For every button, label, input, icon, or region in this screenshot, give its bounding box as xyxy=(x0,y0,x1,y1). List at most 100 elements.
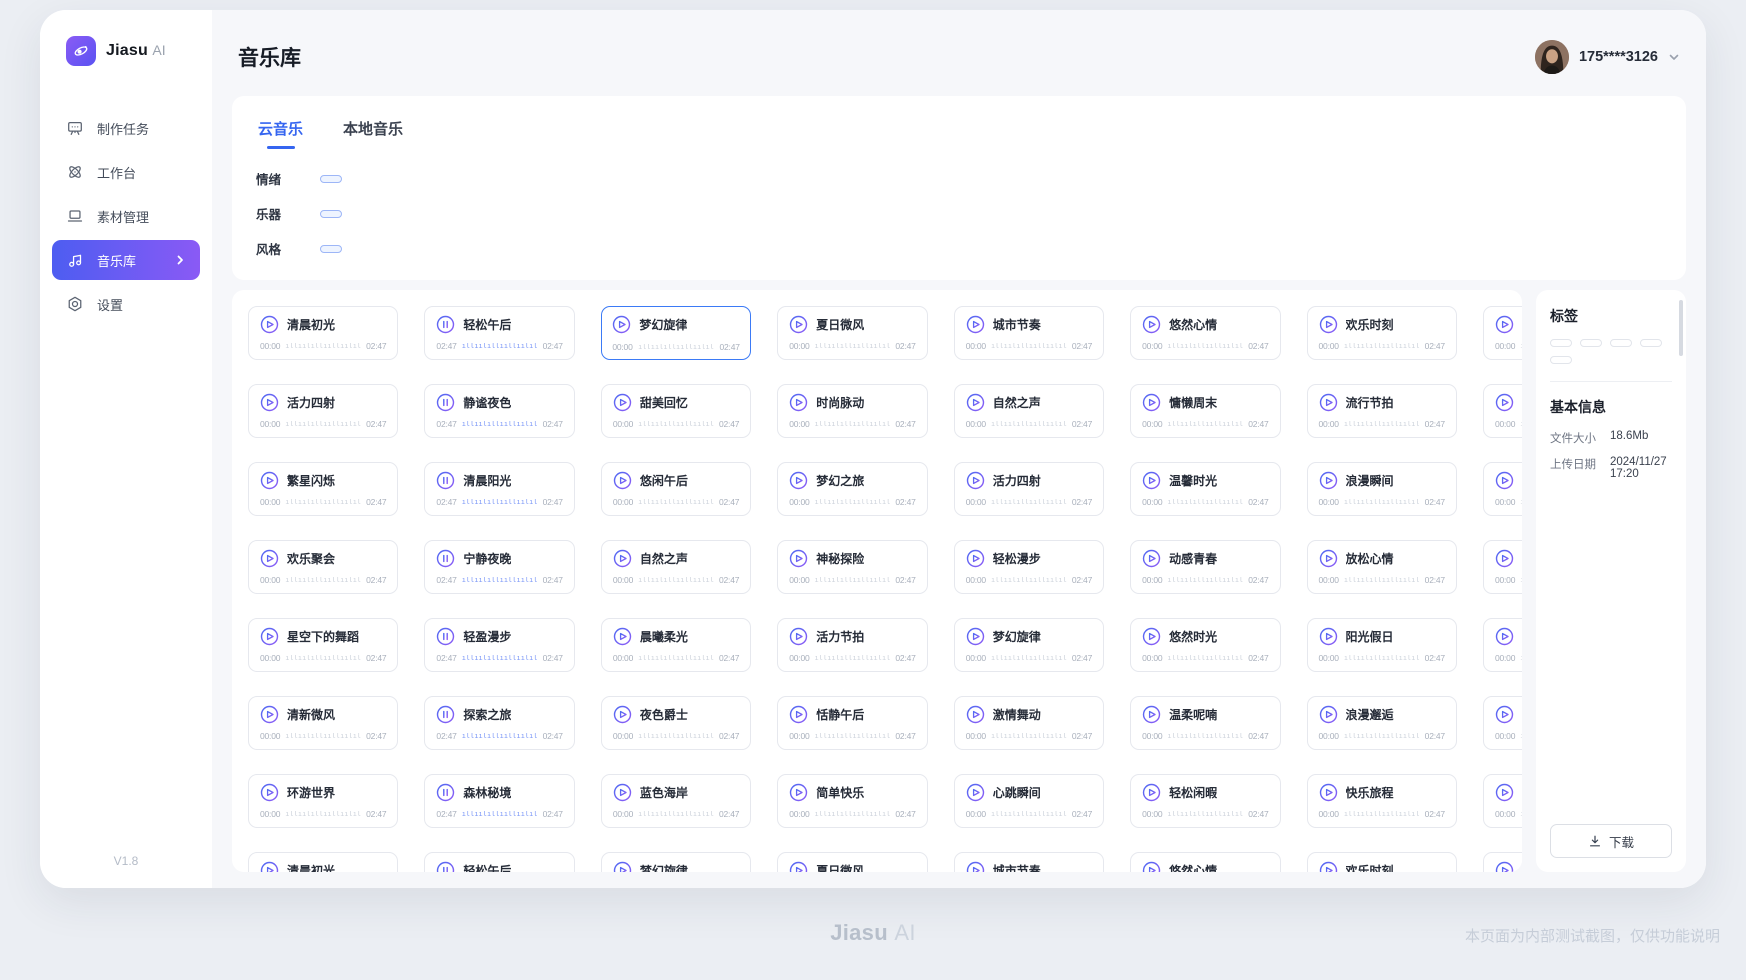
play-icon[interactable] xyxy=(789,471,808,490)
track-card[interactable]: 活力四射 00:00 02:47 ıllıılıllııllıılıl 02:4… xyxy=(248,384,398,438)
track-card[interactable]: 夏日微风 00:00 02:47 ıllıılıllııllıılıl 02:4… xyxy=(777,852,927,872)
filter-option[interactable] xyxy=(320,210,342,218)
track-card[interactable]: 快乐旅程 00:00 02:47 ıllıılıllııllıılıl 02:4… xyxy=(1307,774,1457,828)
track-card[interactable]: 时尚脉动 00:00 02:47 ıllıılıllııllıılıl 02:4… xyxy=(777,384,927,438)
pause-icon[interactable] xyxy=(436,315,455,334)
play-icon[interactable] xyxy=(1319,783,1338,802)
pause-icon[interactable] xyxy=(436,471,455,490)
filter-option[interactable] xyxy=(687,175,709,183)
filter-option[interactable] xyxy=(613,175,635,183)
tab-cloud-music[interactable]: 云音乐 xyxy=(256,114,305,151)
track-card[interactable]: 悠闲午后 00:00 02:47 ıllıılıllııllıılıl 02:4… xyxy=(601,462,751,516)
filter-option[interactable] xyxy=(354,245,376,253)
play-icon[interactable] xyxy=(789,393,808,412)
track-card[interactable]: 甜美回忆 00:00 02:47 ıllıılıllııllıılıl 02:4… xyxy=(601,384,751,438)
play-icon[interactable] xyxy=(966,315,985,334)
track-card[interactable]: 晨曦柔光 00:00 02:47 ıllıılıllııllıılıl 02:4… xyxy=(601,618,751,672)
play-icon[interactable] xyxy=(1495,783,1514,802)
sidebar-item-settings[interactable]: 设置 xyxy=(52,284,200,324)
pause-icon[interactable] xyxy=(436,783,455,802)
track-card[interactable]: 活力节拍 00:00 02:47 ıllıılıllııllıılıl 02:4… xyxy=(777,618,927,672)
track-card[interactable]: 繁星闪烁 00:00 02:47 ıllıılıllııllıılıl 02:4… xyxy=(1483,618,1522,672)
tab-local-music[interactable]: 本地音乐 xyxy=(341,114,405,151)
track-card[interactable]: 轻松午后 00:00 02:47 ıllıılıllııllıılıl 02:4… xyxy=(424,852,574,872)
filter-option[interactable] xyxy=(320,175,342,183)
play-icon[interactable] xyxy=(1142,861,1161,872)
play-icon[interactable] xyxy=(1495,861,1514,872)
track-card[interactable]: 温暖阳光 00:00 02:47 ıllıılıllııllıılıl 02:4… xyxy=(1483,852,1522,872)
pause-icon[interactable] xyxy=(436,549,455,568)
play-icon[interactable] xyxy=(966,861,985,872)
track-card[interactable]: 轻松午后 00:00 02:47 ıllıılıllııllıılıl 02:4… xyxy=(424,306,574,360)
filter-option[interactable] xyxy=(428,245,450,253)
track-card[interactable]: 欢乐聚会 00:00 02:47 ıllıılıllııllıılıl 02:4… xyxy=(248,540,398,594)
play-icon[interactable] xyxy=(613,627,632,646)
track-card[interactable]: 放松心情 00:00 02:47 ıllıılıllııllıılıl 02:4… xyxy=(1307,540,1457,594)
pause-icon[interactable] xyxy=(436,393,455,412)
download-button[interactable]: 下载 xyxy=(1550,824,1672,858)
filter-option[interactable] xyxy=(465,175,487,183)
track-card[interactable]: 轻松闲暇 00:00 02:47 ıllıılıllııllıılıl 02:4… xyxy=(1130,774,1280,828)
play-icon[interactable] xyxy=(613,471,632,490)
track-card[interactable]: 都市脉搏 00:00 02:47 ıllıılıllııllıılıl 02:4… xyxy=(1483,696,1522,750)
play-icon[interactable] xyxy=(966,549,985,568)
track-card[interactable]: 浪漫瞬间 00:00 02:47 ıllıılıllııllıılıl 02:4… xyxy=(1307,462,1457,516)
play-icon[interactable] xyxy=(260,315,279,334)
play-icon[interactable] xyxy=(1319,393,1338,412)
track-card[interactable]: 清晨初光 00:00 02:47 ıllıılıllııllıılıl 02:4… xyxy=(248,306,398,360)
track-card[interactable]: 温柔呢喃 00:00 02:47 ıllıılıllııllıılıl 02:4… xyxy=(1130,696,1280,750)
track-card[interactable]: 夏日微风 00:00 02:47 ıllıılıllııllıılıl 02:4… xyxy=(777,306,927,360)
track-card[interactable]: 梦幻旋律 00:00 02:47 ıllıılıllııllıılıl 02:4… xyxy=(601,852,751,872)
play-icon[interactable] xyxy=(260,549,279,568)
filter-option[interactable] xyxy=(320,245,342,253)
play-icon[interactable] xyxy=(789,861,808,872)
sidebar-item-materials[interactable]: 素材管理 xyxy=(52,196,200,236)
sidebar-item-music-library[interactable]: 音乐库 xyxy=(52,240,200,280)
track-card[interactable]: 欢乐时刻 00:00 02:47 ıllıılıllııllıılıl 02:4… xyxy=(1307,852,1457,872)
user-menu[interactable]: 175****3126 xyxy=(1535,40,1680,74)
play-icon[interactable] xyxy=(613,393,632,412)
play-icon[interactable] xyxy=(1319,315,1338,334)
pause-icon[interactable] xyxy=(436,627,455,646)
track-card[interactable]: 悠然心情 00:00 02:47 ıllıılıllııllıılıl 02:4… xyxy=(1130,306,1280,360)
track-card[interactable]: 城市节奏 00:00 02:47 ıllıılıllııllıılıl 02:4… xyxy=(954,306,1104,360)
track-card[interactable]: 夜色爵士 00:00 02:47 ıllıılıllııllıılıl 02:4… xyxy=(601,696,751,750)
track-card[interactable]: 欢乐时刻 00:00 02:47 ıllıılıllııllıılıl 02:4… xyxy=(1307,306,1457,360)
track-card[interactable]: 宁静夜晚 00:00 02:47 ıllıılıllııllıılıl 02:4… xyxy=(424,540,574,594)
track-card[interactable]: 环游世界 00:00 02:47 ıllıılıllııllıılıl 02:4… xyxy=(248,774,398,828)
pause-icon[interactable] xyxy=(436,705,455,724)
track-card[interactable]: 城市节奏 00:00 02:47 ıllıılıllııllıılıl 02:4… xyxy=(954,852,1104,872)
track-card[interactable]: 动感青春 00:00 02:47 ıllıılıllııllıılıl 02:4… xyxy=(1130,540,1280,594)
play-icon[interactable] xyxy=(1319,861,1338,872)
play-icon[interactable] xyxy=(1495,549,1514,568)
track-card[interactable]: 心跳瞬间 00:00 02:47 ıllıılıllııllıılıl 02:4… xyxy=(954,774,1104,828)
sidebar-item-tasks[interactable]: 制作任务 xyxy=(52,108,200,148)
play-icon[interactable] xyxy=(966,393,985,412)
play-icon[interactable] xyxy=(966,705,985,724)
sidebar-item-workbench[interactable]: 工作台 xyxy=(52,152,200,192)
filter-option[interactable] xyxy=(391,175,413,183)
filter-option[interactable] xyxy=(391,210,413,218)
filter-option[interactable] xyxy=(465,245,487,253)
track-card[interactable]: 梦幻旋律 00:00 02:47 ıllıılıllııllıılıl 02:4… xyxy=(954,618,1104,672)
play-icon[interactable] xyxy=(260,471,279,490)
track-card[interactable]: 悠然心情 00:00 02:47 ıllıılıllııllıılıl 02:4… xyxy=(1130,852,1280,872)
play-icon[interactable] xyxy=(789,705,808,724)
track-card[interactable]: 浪漫邂逅 00:00 02:47 ıllıılıllııllıılıl 02:4… xyxy=(1307,696,1457,750)
track-card[interactable]: 活力四射 00:00 02:47 ıllıılıllııllıılıl 02:4… xyxy=(954,462,1104,516)
track-card[interactable]: 轻盈漫步 00:00 02:47 ıllıılıllııllıılıl 02:4… xyxy=(424,618,574,672)
play-icon[interactable] xyxy=(613,861,632,872)
track-card[interactable]: 清晨初光 00:00 02:47 ıllıılıllııllıılıl 02:4… xyxy=(248,852,398,872)
filter-option[interactable] xyxy=(354,210,376,218)
track-card[interactable]: 海浪轻拍 00:00 02:47 ıllıılıllııllıılıl 02:4… xyxy=(1483,462,1522,516)
play-icon[interactable] xyxy=(789,627,808,646)
play-icon[interactable] xyxy=(613,705,632,724)
play-icon[interactable] xyxy=(612,315,631,334)
play-icon[interactable] xyxy=(789,549,808,568)
track-card[interactable]: 自然之声 00:00 02:47 ıllıılıllııllıılıl 02:4… xyxy=(954,384,1104,438)
play-icon[interactable] xyxy=(1142,783,1161,802)
play-icon[interactable] xyxy=(260,783,279,802)
track-card[interactable]: 仿古风情 00:00 02:47 ıllıılıllııllıılıl 02:4… xyxy=(1483,540,1522,594)
track-card[interactable]: 阳光假日 00:00 02:47 ıllıılıllııllıılıl 02:4… xyxy=(1307,618,1457,672)
play-icon[interactable] xyxy=(260,393,279,412)
